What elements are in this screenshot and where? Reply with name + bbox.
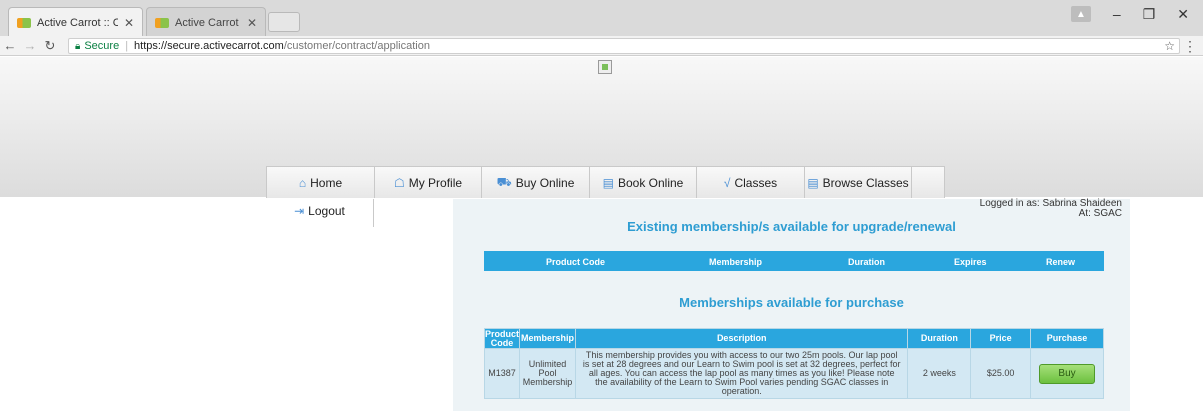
- menu-icon[interactable]: ⋮: [1183, 38, 1197, 55]
- nav-label: Home: [310, 175, 343, 190]
- profile-icon: ☖: [393, 175, 405, 190]
- nav-label: Buy Online: [515, 175, 575, 190]
- col-duration: Duration: [848, 257, 885, 267]
- address-bar: ← → ↻ 🔒︎ Secure | https://secure.activec…: [0, 36, 1203, 56]
- nav-label: Book Online: [617, 175, 684, 190]
- purchase-cell: Buy: [1030, 348, 1104, 399]
- tab-title: Active Carrot :: Custome: [37, 16, 118, 29]
- col-expires: Expires: [954, 257, 987, 267]
- url-host: https://secure.activecarrot.com: [134, 40, 284, 52]
- membership-cell: Unlimited Pool Membership: [519, 348, 576, 399]
- logout-label: Logout: [308, 204, 345, 218]
- nav-classes[interactable]: √ Classes: [696, 167, 804, 198]
- col-membership: Membership: [519, 328, 576, 349]
- main-content: Logged in as: Sabrina Shaideen At: SGAC …: [453, 199, 1130, 411]
- divider: |: [125, 40, 129, 52]
- logout-link[interactable]: ⇥ Logout: [266, 199, 374, 227]
- url-input[interactable]: 🔒︎ Secure | https://secure.activecarrot.…: [68, 38, 1180, 54]
- forward-icon[interactable]: →: [20, 38, 40, 53]
- table-row: M1387 Unlimited Pool Membership This mem…: [483, 348, 1104, 399]
- existing-heading: Existing membership/s available for upgr…: [627, 219, 956, 234]
- reload-icon[interactable]: ↻: [40, 38, 60, 54]
- browser-tab-customer[interactable]: Active Carrot :: Custome ✕: [8, 7, 143, 37]
- product-code-cell: M1387: [483, 348, 521, 399]
- nav-home[interactable]: ⌂ Home: [266, 167, 374, 198]
- browse-icon: ▤: [807, 175, 819, 190]
- col-membership: Membership: [709, 257, 763, 267]
- nav-spacer: [911, 167, 945, 198]
- new-tab-button[interactable]: [268, 12, 300, 32]
- duration-cell: 2 weeks: [907, 348, 972, 399]
- nav-label: Classes: [734, 175, 778, 190]
- nav-label: My Profile: [408, 175, 463, 190]
- col-duration: Duration: [907, 328, 972, 349]
- secure-label: Secure: [84, 40, 120, 52]
- user-icon[interactable]: ▲: [1070, 6, 1091, 22]
- minimize-icon[interactable]: –: [1113, 6, 1121, 22]
- col-purchase: Purchase: [1030, 328, 1104, 349]
- description-cell: This membership provides you with access…: [574, 348, 909, 399]
- browser-tab-manager[interactable]: Active Carrot :: Manager ✕: [146, 7, 266, 37]
- existing-table-header: Product Code Membership Duration Expires…: [484, 251, 1104, 271]
- favicon-icon: [155, 17, 169, 28]
- close-icon[interactable]: ✕: [124, 16, 134, 30]
- buy-button[interactable]: Buy: [1039, 363, 1096, 384]
- home-icon: ⌂: [298, 175, 307, 190]
- restore-icon[interactable]: ❐: [1143, 6, 1156, 23]
- logged-in-info: Logged in as: Sabrina Shaideen At: SGAC: [980, 199, 1122, 219]
- col-price: Price: [970, 328, 1032, 349]
- tab-title: Active Carrot :: Manager: [175, 16, 241, 29]
- url-path: /customer/contract/application: [283, 40, 430, 52]
- nav-browse-classes[interactable]: ▤ Browse Classes: [804, 167, 911, 198]
- nav-my-profile[interactable]: ☖ My Profile: [374, 167, 481, 198]
- col-product-code: Product Code: [483, 328, 521, 349]
- logout-icon: ⇥: [294, 204, 305, 218]
- col-description: Description: [574, 328, 909, 349]
- nav-buy-online[interactable]: ⛟ Buy Online: [481, 167, 589, 198]
- col-product-code: Product Code: [546, 257, 606, 267]
- table-header-row: Product Code Membership Description Dura…: [483, 328, 1104, 349]
- book-icon: ▤: [602, 175, 614, 190]
- price-cell: $25.00: [970, 348, 1032, 399]
- classes-icon: √: [723, 175, 731, 190]
- broken-image-icon: [598, 60, 612, 74]
- main-nav: ⌂ Home ☖ My Profile ⛟ Buy Online ▤ Book …: [266, 166, 945, 198]
- bookmark-star-icon[interactable]: ☆: [1164, 39, 1175, 53]
- purchase-table: Product Code Membership Description Dura…: [483, 328, 1104, 399]
- nav-book-online[interactable]: ▤ Book Online: [589, 167, 696, 198]
- col-renew: Renew: [1046, 257, 1076, 267]
- window-controls: ▲ – ❐ ✕: [1070, 0, 1203, 28]
- back-icon[interactable]: ←: [0, 38, 20, 53]
- cart-icon: ⛟: [496, 174, 512, 189]
- favicon-icon: [17, 17, 31, 28]
- nav-label: Browse Classes: [822, 175, 909, 190]
- close-icon[interactable]: ✕: [247, 16, 257, 30]
- window-close-icon[interactable]: ✕: [1177, 6, 1189, 23]
- purchase-heading: Memberships available for purchase: [679, 295, 904, 310]
- browser-tab-bar: Active Carrot :: Custome ✕ Active Carrot…: [0, 0, 1203, 37]
- lock-icon: 🔒︎: [75, 40, 81, 52]
- logged-in-location: At: SGAC: [1078, 208, 1122, 219]
